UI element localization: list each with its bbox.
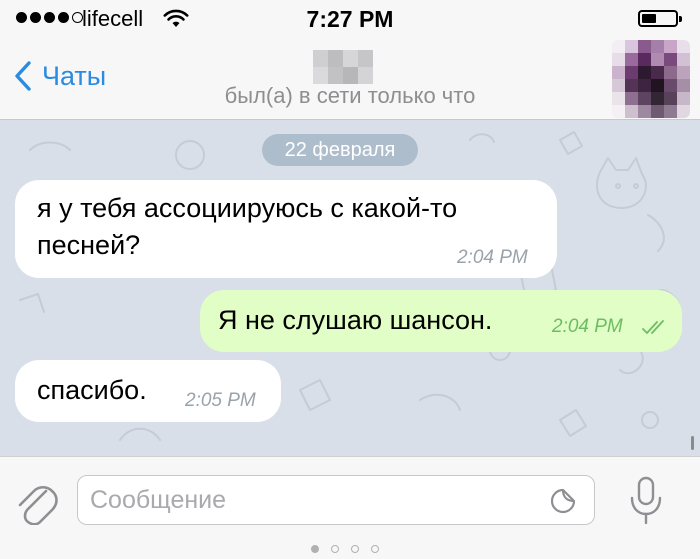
message-text-line: песней?	[37, 230, 141, 260]
incoming-message[interactable]: я у тебя ассоциируюсь с какой-то песней?…	[15, 180, 557, 278]
message-text-line: я у тебя ассоциируюсь с какой-то	[37, 193, 458, 223]
outgoing-message[interactable]: Я не слушаю шансон. 2:04 PM	[200, 290, 682, 352]
status-bar: lifecell 7:27 PM	[0, 0, 700, 40]
message-composer	[0, 456, 700, 559]
microphone-icon[interactable]	[628, 476, 664, 526]
incoming-message[interactable]: спасибо. 2:05 PM	[15, 360, 281, 422]
last-seen-status: был(а) в сети только что	[224, 83, 476, 108]
paperclip-icon[interactable]	[16, 479, 58, 525]
double-check-icon	[642, 320, 664, 334]
clock: 7:27 PM	[306, 6, 394, 32]
chat-header: Чаты был(а) в сети только что	[0, 40, 700, 120]
page-indicator	[311, 545, 379, 553]
scrollbar[interactable]	[691, 436, 694, 450]
message-timestamp: 2:05 PM	[185, 390, 256, 411]
message-timestamp: 2:04 PM	[552, 316, 623, 337]
sticker-icon[interactable]	[548, 486, 578, 516]
message-text: спасибо.	[37, 375, 147, 405]
contact-name[interactable]	[313, 50, 373, 84]
message-timestamp: 2:04 PM	[457, 247, 528, 268]
avatar[interactable]	[612, 40, 690, 118]
message-input[interactable]	[88, 484, 532, 516]
date-separator: 22 февраля	[262, 134, 418, 166]
message-text: Я не слушаю шансон.	[218, 305, 493, 335]
message-input-field	[77, 475, 595, 525]
message-list[interactable]: 22 февраля я у тебя ассоциируюсь с какой…	[0, 120, 700, 456]
battery-icon	[638, 10, 682, 27]
